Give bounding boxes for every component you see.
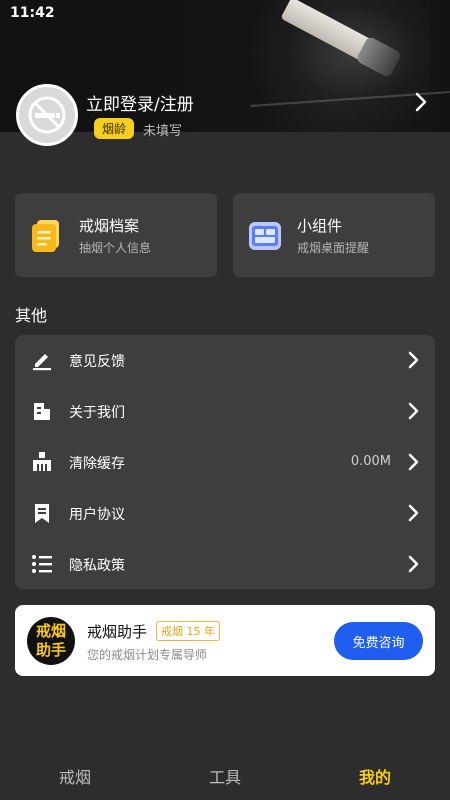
menu-item-about-us[interactable]: 关于我们: [15, 386, 435, 437]
free-consult-button[interactable]: 免费咨询: [334, 622, 423, 660]
card-subtitle: 戒烟桌面提醒: [297, 241, 370, 255]
quit-smoking-profile-card[interactable]: 戒烟档案 抽烟个人信息: [15, 193, 217, 277]
settings-menu: 意见反馈 关于我们 清除缓存 0.00M 用户协议 隐私政策: [15, 335, 435, 589]
promo-subtitle: 您的戒烟计划专属导师: [87, 648, 208, 662]
menu-item-label: 用户协议: [69, 507, 125, 523]
edit-icon: [31, 349, 53, 371]
widget-icon: [247, 218, 283, 258]
menu-item-privacy-policy[interactable]: 隐私政策: [15, 539, 435, 590]
chevron-right-icon: [407, 402, 419, 424]
cleaner-icon: [31, 451, 53, 473]
status-bar: 11:42: [0, 0, 450, 28]
card-subtitle: 抽烟个人信息: [79, 241, 152, 255]
smoking-age-value: 未填写: [143, 124, 183, 139]
logo-text-line1: 戒烟: [35, 622, 66, 640]
logo-text-line2: 助手: [35, 641, 66, 659]
menu-item-label: 意见反馈: [69, 354, 125, 370]
section-title-other: 其他: [15, 306, 48, 325]
file-stack-icon: [29, 218, 65, 258]
menu-item-label: 清除缓存: [69, 456, 125, 472]
menu-item-feedback[interactable]: 意见反馈: [15, 335, 435, 386]
no-smoking-icon: [28, 96, 66, 134]
list-icon: [31, 553, 53, 575]
card-title: 戒烟档案: [79, 217, 140, 235]
building-icon: [31, 400, 53, 422]
menu-item-user-agreement[interactable]: 用户协议: [15, 488, 435, 539]
bottom-tab-bar: 戒烟 工具 我的: [0, 748, 450, 800]
chevron-right-icon: [407, 453, 419, 475]
chevron-right-icon: [407, 351, 419, 373]
menu-item-label: 关于我们: [69, 405, 125, 421]
experience-badge: 戒烟 15 年: [156, 621, 220, 641]
menu-item-label: 隐私政策: [69, 558, 125, 574]
smoking-age-badge: 烟龄: [94, 118, 135, 139]
tab-tools[interactable]: 工具: [150, 748, 300, 800]
tab-quit-smoking[interactable]: 戒烟: [0, 748, 150, 800]
chevron-right-icon[interactable]: [414, 92, 428, 116]
chevron-right-icon: [407, 555, 419, 577]
assistant-promo-card[interactable]: 戒烟 助手 戒烟助手 戒烟 15 年 您的戒烟计划专属导师 免费咨询: [15, 605, 435, 676]
promo-title: 戒烟助手: [87, 623, 148, 641]
menu-item-clear-cache[interactable]: 清除缓存 0.00M: [15, 437, 435, 488]
profile-header[interactable]: 立即登录/注册 烟龄 未填写: [16, 84, 436, 146]
cache-size-value: 0.00M: [350, 454, 391, 469]
bookmark-icon: [31, 502, 53, 524]
status-time: 11:42: [10, 5, 55, 21]
tab-mine[interactable]: 我的: [300, 748, 450, 800]
chevron-right-icon: [407, 504, 419, 526]
login-register-link[interactable]: 立即登录/注册: [86, 90, 194, 115]
assistant-logo: 戒烟 助手: [27, 617, 75, 665]
card-title: 小组件: [297, 217, 343, 235]
widget-card[interactable]: 小组件 戒烟桌面提醒: [233, 193, 435, 277]
avatar[interactable]: [16, 84, 78, 146]
